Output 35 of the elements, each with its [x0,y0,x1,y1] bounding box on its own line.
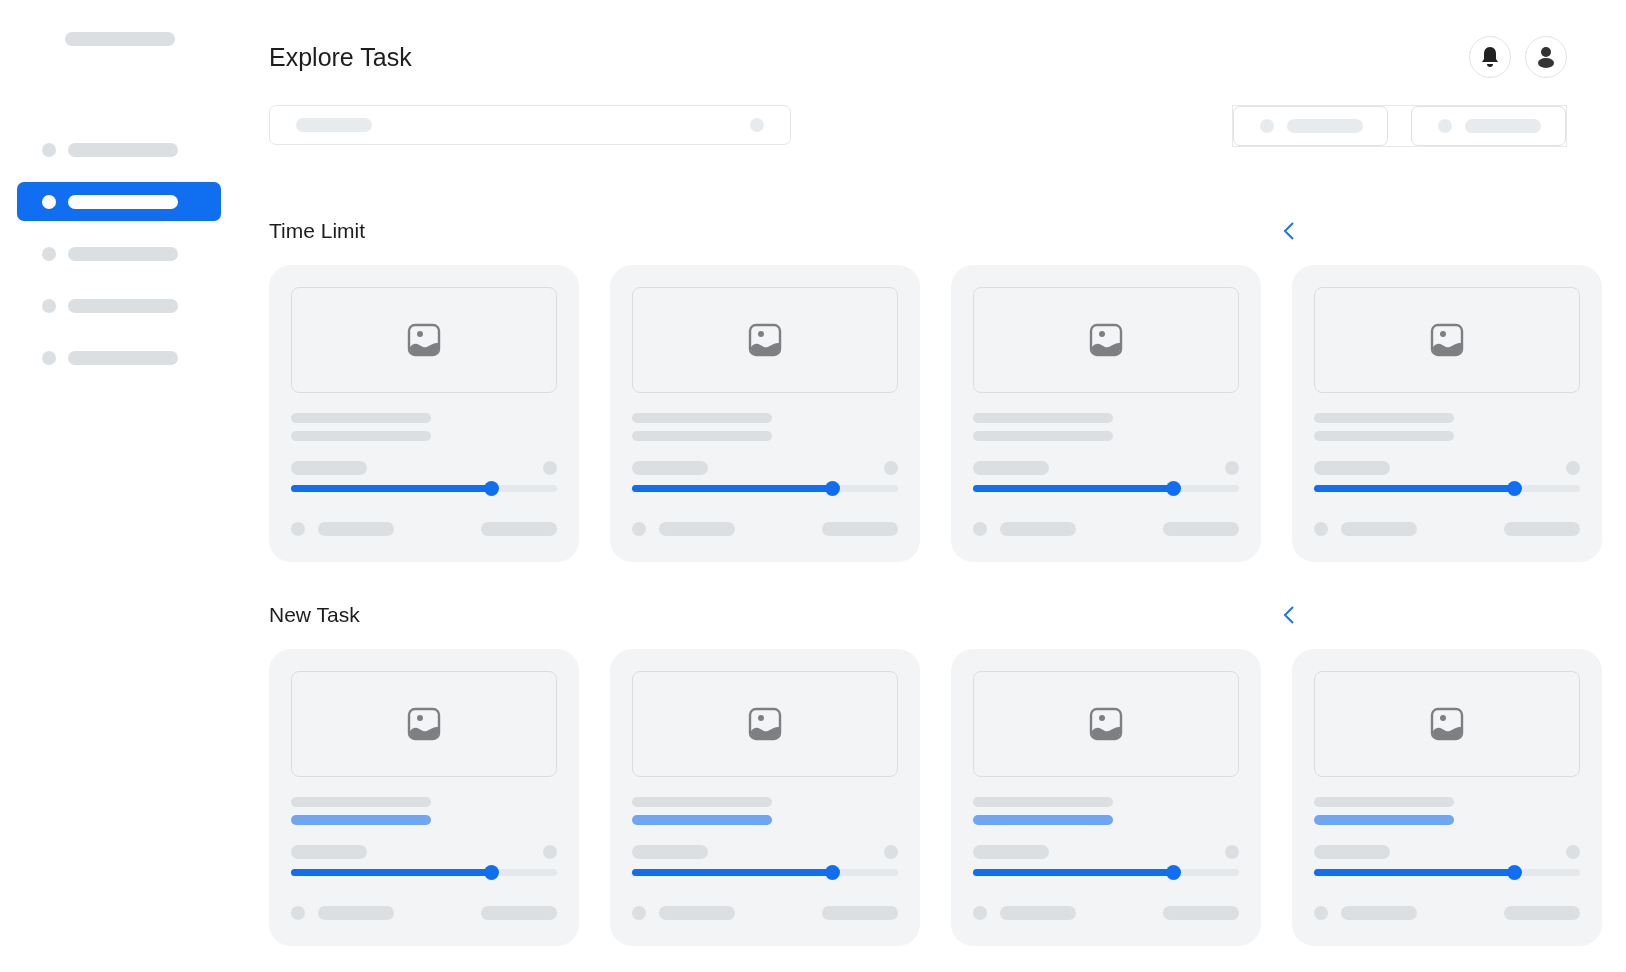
user-icon [1537,46,1555,68]
bell-icon [1480,46,1500,68]
task-card[interactable] [610,265,920,562]
task-card[interactable] [269,265,579,562]
image-icon [407,323,441,357]
profile-button[interactable] [1525,36,1567,78]
image-icon [1089,323,1123,357]
notification-button[interactable] [1469,36,1511,78]
slider-thumb[interactable] [1165,865,1181,880]
slider-thumb[interactable] [1506,481,1522,496]
slider-thumb[interactable] [824,481,840,496]
image-icon [748,707,782,741]
image-icon [1430,323,1464,357]
page-title: Explore Task [269,42,412,72]
section-title: Time Limit [269,219,367,243]
slider-thumb[interactable] [1506,865,1522,880]
section-title: New Task [269,603,361,627]
image-icon [1089,707,1123,741]
task-card[interactable] [610,649,920,946]
chevron-left-icon[interactable] [1283,221,1295,241]
task-card[interactable] [1292,265,1602,562]
slider-thumb[interactable] [824,865,840,880]
slider-thumb[interactable] [483,481,499,496]
sidebar-item[interactable] [17,182,221,221]
search-field[interactable] [269,105,791,145]
slider-thumb[interactable] [483,865,499,880]
slider-thumb[interactable] [1165,481,1181,496]
task-card[interactable] [951,649,1261,946]
image-icon [407,707,441,741]
image-icon [1430,707,1464,741]
task-card[interactable] [269,649,579,946]
image-icon [748,323,782,357]
chevron-left-icon[interactable] [1283,605,1295,625]
task-card[interactable] [1292,649,1602,946]
task-card[interactable] [951,265,1261,562]
